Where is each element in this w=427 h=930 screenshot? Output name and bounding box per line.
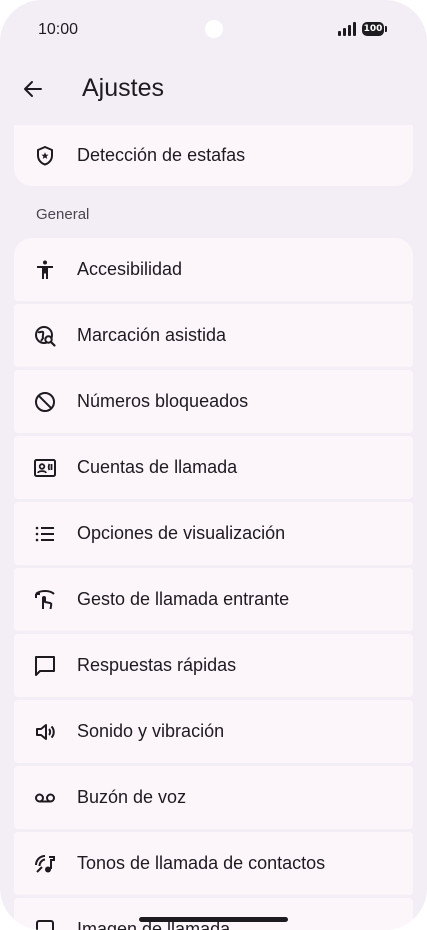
status-bar: 10:00 100 [0,0,427,60]
settings-item-assisted-dialing[interactable]: Marcación asistida [14,304,413,367]
app-bar: Ajustes [0,62,427,118]
camera-cutout [205,20,223,38]
gesture-nav-handle[interactable] [139,917,288,922]
settings-item-call-image[interactable]: Imagen de llamada [14,898,413,930]
accessibility-icon [33,258,57,282]
status-time: 10:00 [38,21,79,38]
settings-item-label: Buzón de voz [77,787,187,807]
phone-screen: 10:00 100 Ajustes Detección de estafas G… [0,0,427,930]
volume-icon [33,720,57,744]
settings-item-label: Números bloqueados [77,391,249,411]
settings-item-voicemail[interactable]: Buzón de voz [14,766,413,829]
settings-item-label: Gesto de llamada entrante [77,589,290,609]
settings-item-label: Tonos de llamada de contactos [77,853,326,873]
list-icon [33,522,57,546]
contact-card-icon [33,456,57,480]
chat-bubble-icon [33,654,57,678]
voicemail-icon [33,786,57,810]
settings-item-display-options[interactable]: Opciones de visualización [14,502,413,565]
settings-item-calling-accounts[interactable]: Cuentas de llamada [14,436,413,499]
settings-item-accessibility[interactable]: Accesibilidad [14,238,413,301]
settings-item-label: Respuestas rápidas [77,655,237,675]
shield-star-icon [33,144,57,168]
settings-item-contact-ringtones[interactable]: Tonos de llamada de contactos [14,832,413,895]
settings-item-label: Sonido y vibración [77,721,225,741]
settings-item-scam-detection[interactable]: Detección de estafas [14,125,413,186]
block-icon [33,390,57,414]
call-image-icon [33,918,57,930]
battery-icon: 100 [362,22,387,36]
signal-icon [338,22,356,36]
arrow-back-icon [24,81,42,97]
section-header-general: General [36,206,90,223]
settings-item-label: Marcación asistida [77,325,227,345]
swipe-gesture-icon [33,588,57,612]
settings-list: Detección de estafas General Accesibilid… [14,125,413,930]
settings-item-blocked-numbers[interactable]: Números bloqueados [14,370,413,433]
settings-item-quick-responses[interactable]: Respuestas rápidas [14,634,413,697]
settings-item-label: Cuentas de llamada [77,457,238,477]
settings-item-label: Accesibilidad [77,259,183,279]
settings-item-incoming-call-gesture[interactable]: Gesto de llamada entrante [14,568,413,631]
page-title: Ajustes [82,74,164,102]
settings-item-label: Opciones de visualización [77,523,286,543]
back-button[interactable] [18,74,48,104]
ringtone-icon [33,852,57,876]
globe-search-icon [33,324,57,348]
settings-item-sound-vibration[interactable]: Sonido y vibración [14,700,413,763]
settings-item-label: Detección de estafas [77,145,246,165]
